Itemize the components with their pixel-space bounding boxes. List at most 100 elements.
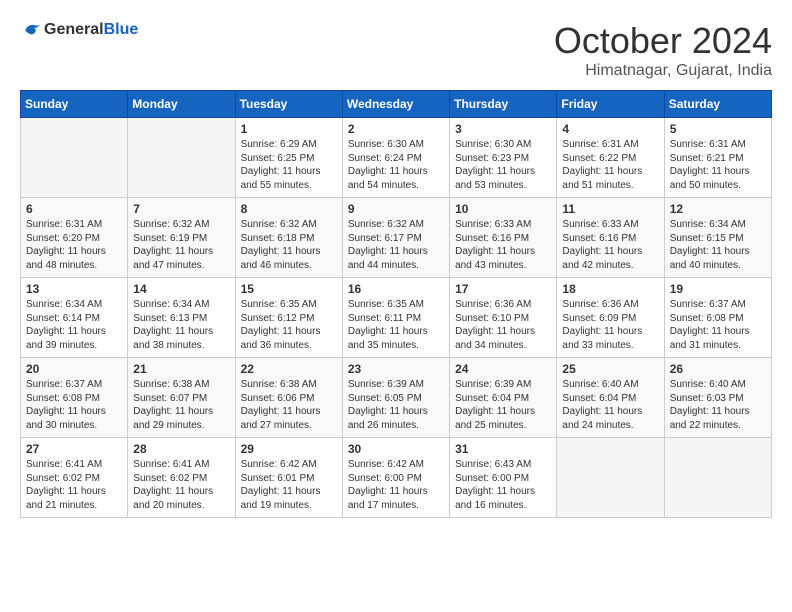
day-number: 14 <box>133 282 229 296</box>
header-cell-monday: Monday <box>128 91 235 118</box>
day-number: 8 <box>241 202 337 216</box>
day-cell: 18 Sunrise: 6:36 AM Sunset: 6:09 PM Dayl… <box>557 278 664 358</box>
header-cell-tuesday: Tuesday <box>235 91 342 118</box>
calendar-table: SundayMondayTuesdayWednesdayThursdayFrid… <box>20 90 772 518</box>
week-row-2: 6 Sunrise: 6:31 AM Sunset: 6:20 PM Dayli… <box>21 198 772 278</box>
day-detail: Sunrise: 6:39 AM Sunset: 6:04 PM Dayligh… <box>455 378 551 432</box>
header-cell-thursday: Thursday <box>450 91 557 118</box>
day-cell: 17 Sunrise: 6:36 AM Sunset: 6:10 PM Dayl… <box>450 278 557 358</box>
day-cell: 11 Sunrise: 6:33 AM Sunset: 6:16 PM Dayl… <box>557 198 664 278</box>
day-number: 29 <box>241 442 337 456</box>
day-cell: 22 Sunrise: 6:38 AM Sunset: 6:06 PM Dayl… <box>235 358 342 438</box>
day-detail: Sunrise: 6:38 AM Sunset: 6:06 PM Dayligh… <box>241 378 337 432</box>
logo-general-text: General <box>44 21 104 39</box>
day-cell: 21 Sunrise: 6:38 AM Sunset: 6:07 PM Dayl… <box>128 358 235 438</box>
day-number: 17 <box>455 282 551 296</box>
day-number: 2 <box>348 122 444 136</box>
day-cell: 23 Sunrise: 6:39 AM Sunset: 6:05 PM Dayl… <box>342 358 449 438</box>
month-title: October 2024 <box>554 20 772 62</box>
day-cell: 20 Sunrise: 6:37 AM Sunset: 6:08 PM Dayl… <box>21 358 128 438</box>
day-detail: Sunrise: 6:34 AM Sunset: 6:13 PM Dayligh… <box>133 298 229 352</box>
day-number: 21 <box>133 362 229 376</box>
day-cell: 5 Sunrise: 6:31 AM Sunset: 6:21 PM Dayli… <box>664 118 771 198</box>
day-number: 7 <box>133 202 229 216</box>
header-cell-sunday: Sunday <box>21 91 128 118</box>
logo: General Blue <box>20 20 138 40</box>
page-header: General Blue October 2024 Himatnagar, Gu… <box>20 20 772 80</box>
day-cell: 13 Sunrise: 6:34 AM Sunset: 6:14 PM Dayl… <box>21 278 128 358</box>
week-row-1: 1 Sunrise: 6:29 AM Sunset: 6:25 PM Dayli… <box>21 118 772 198</box>
day-cell: 26 Sunrise: 6:40 AM Sunset: 6:03 PM Dayl… <box>664 358 771 438</box>
day-detail: Sunrise: 6:33 AM Sunset: 6:16 PM Dayligh… <box>455 218 551 272</box>
day-cell: 28 Sunrise: 6:41 AM Sunset: 6:02 PM Dayl… <box>128 438 235 518</box>
logo-bird-icon <box>22 20 42 40</box>
day-number: 19 <box>670 282 766 296</box>
day-cell: 15 Sunrise: 6:35 AM Sunset: 6:12 PM Dayl… <box>235 278 342 358</box>
header-cell-saturday: Saturday <box>664 91 771 118</box>
day-cell: 7 Sunrise: 6:32 AM Sunset: 6:19 PM Dayli… <box>128 198 235 278</box>
location-text: Himatnagar, Gujarat, India <box>554 62 772 80</box>
day-cell: 8 Sunrise: 6:32 AM Sunset: 6:18 PM Dayli… <box>235 198 342 278</box>
day-number: 20 <box>26 362 122 376</box>
day-cell: 9 Sunrise: 6:32 AM Sunset: 6:17 PM Dayli… <box>342 198 449 278</box>
day-cell: 27 Sunrise: 6:41 AM Sunset: 6:02 PM Dayl… <box>21 438 128 518</box>
day-number: 30 <box>348 442 444 456</box>
day-cell: 2 Sunrise: 6:30 AM Sunset: 6:24 PM Dayli… <box>342 118 449 198</box>
day-cell: 29 Sunrise: 6:42 AM Sunset: 6:01 PM Dayl… <box>235 438 342 518</box>
day-detail: Sunrise: 6:38 AM Sunset: 6:07 PM Dayligh… <box>133 378 229 432</box>
header-cell-wednesday: Wednesday <box>342 91 449 118</box>
day-cell: 25 Sunrise: 6:40 AM Sunset: 6:04 PM Dayl… <box>557 358 664 438</box>
day-detail: Sunrise: 6:30 AM Sunset: 6:24 PM Dayligh… <box>348 138 444 192</box>
day-detail: Sunrise: 6:35 AM Sunset: 6:12 PM Dayligh… <box>241 298 337 352</box>
day-number: 3 <box>455 122 551 136</box>
day-detail: Sunrise: 6:31 AM Sunset: 6:20 PM Dayligh… <box>26 218 122 272</box>
day-cell: 6 Sunrise: 6:31 AM Sunset: 6:20 PM Dayli… <box>21 198 128 278</box>
day-detail: Sunrise: 6:43 AM Sunset: 6:00 PM Dayligh… <box>455 458 551 512</box>
day-number: 16 <box>348 282 444 296</box>
day-detail: Sunrise: 6:32 AM Sunset: 6:18 PM Dayligh… <box>241 218 337 272</box>
day-detail: Sunrise: 6:32 AM Sunset: 6:19 PM Dayligh… <box>133 218 229 272</box>
day-number: 5 <box>670 122 766 136</box>
day-number: 6 <box>26 202 122 216</box>
day-detail: Sunrise: 6:36 AM Sunset: 6:10 PM Dayligh… <box>455 298 551 352</box>
day-detail: Sunrise: 6:30 AM Sunset: 6:23 PM Dayligh… <box>455 138 551 192</box>
day-cell: 24 Sunrise: 6:39 AM Sunset: 6:04 PM Dayl… <box>450 358 557 438</box>
day-cell <box>557 438 664 518</box>
title-block: October 2024 Himatnagar, Gujarat, India <box>554 20 772 80</box>
day-number: 13 <box>26 282 122 296</box>
day-number: 24 <box>455 362 551 376</box>
day-detail: Sunrise: 6:42 AM Sunset: 6:00 PM Dayligh… <box>348 458 444 512</box>
day-detail: Sunrise: 6:31 AM Sunset: 6:21 PM Dayligh… <box>670 138 766 192</box>
day-detail: Sunrise: 6:32 AM Sunset: 6:17 PM Dayligh… <box>348 218 444 272</box>
day-cell: 16 Sunrise: 6:35 AM Sunset: 6:11 PM Dayl… <box>342 278 449 358</box>
week-row-3: 13 Sunrise: 6:34 AM Sunset: 6:14 PM Dayl… <box>21 278 772 358</box>
day-detail: Sunrise: 6:42 AM Sunset: 6:01 PM Dayligh… <box>241 458 337 512</box>
day-detail: Sunrise: 6:33 AM Sunset: 6:16 PM Dayligh… <box>562 218 658 272</box>
day-number: 9 <box>348 202 444 216</box>
week-row-5: 27 Sunrise: 6:41 AM Sunset: 6:02 PM Dayl… <box>21 438 772 518</box>
day-detail: Sunrise: 6:34 AM Sunset: 6:15 PM Dayligh… <box>670 218 766 272</box>
day-detail: Sunrise: 6:40 AM Sunset: 6:03 PM Dayligh… <box>670 378 766 432</box>
day-cell <box>21 118 128 198</box>
day-detail: Sunrise: 6:39 AM Sunset: 6:05 PM Dayligh… <box>348 378 444 432</box>
day-number: 1 <box>241 122 337 136</box>
day-detail: Sunrise: 6:40 AM Sunset: 6:04 PM Dayligh… <box>562 378 658 432</box>
day-number: 27 <box>26 442 122 456</box>
day-detail: Sunrise: 6:37 AM Sunset: 6:08 PM Dayligh… <box>670 298 766 352</box>
day-cell: 30 Sunrise: 6:42 AM Sunset: 6:00 PM Dayl… <box>342 438 449 518</box>
day-cell <box>664 438 771 518</box>
day-cell: 12 Sunrise: 6:34 AM Sunset: 6:15 PM Dayl… <box>664 198 771 278</box>
day-number: 15 <box>241 282 337 296</box>
logo-blue-text: Blue <box>104 21 139 39</box>
day-detail: Sunrise: 6:41 AM Sunset: 6:02 PM Dayligh… <box>133 458 229 512</box>
day-number: 10 <box>455 202 551 216</box>
day-number: 22 <box>241 362 337 376</box>
header-cell-friday: Friday <box>557 91 664 118</box>
day-number: 4 <box>562 122 658 136</box>
day-detail: Sunrise: 6:37 AM Sunset: 6:08 PM Dayligh… <box>26 378 122 432</box>
day-detail: Sunrise: 6:36 AM Sunset: 6:09 PM Dayligh… <box>562 298 658 352</box>
day-detail: Sunrise: 6:34 AM Sunset: 6:14 PM Dayligh… <box>26 298 122 352</box>
day-cell: 10 Sunrise: 6:33 AM Sunset: 6:16 PM Dayl… <box>450 198 557 278</box>
day-detail: Sunrise: 6:29 AM Sunset: 6:25 PM Dayligh… <box>241 138 337 192</box>
day-number: 28 <box>133 442 229 456</box>
